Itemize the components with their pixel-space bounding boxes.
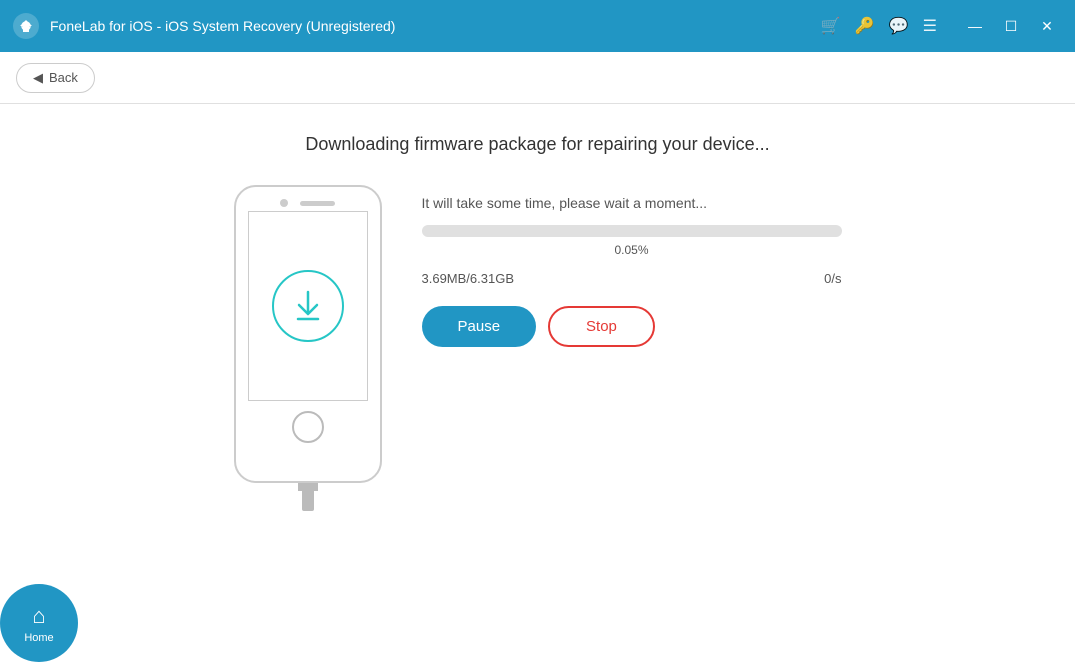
progress-percent-label: 0.05% — [422, 243, 842, 257]
pause-button[interactable]: Pause — [422, 306, 537, 347]
main-content: Downloading firmware package for repairi… — [0, 104, 1075, 662]
window-controls: — ☐ ✕ — [959, 10, 1063, 42]
progress-bar-background — [422, 225, 842, 237]
key-icon[interactable]: 🔑 — [855, 16, 875, 36]
page-title: Downloading firmware package for repairi… — [305, 134, 769, 155]
content-area: It will take some time, please wait a mo… — [163, 185, 913, 511]
cart-icon[interactable]: 🛒 — [821, 16, 841, 36]
phone-screen — [248, 211, 368, 401]
app-title: FoneLab for iOS - iOS System Recovery (U… — [50, 18, 821, 34]
close-button[interactable]: ✕ — [1031, 10, 1063, 42]
home-button[interactable]: ⌂ Home — [0, 584, 78, 662]
stop-button[interactable]: Stop — [548, 306, 655, 347]
download-info: It will take some time, please wait a mo… — [422, 185, 842, 347]
home-icon: ⌂ — [32, 603, 45, 629]
phone-illustration — [234, 185, 382, 511]
file-size-current: 3.69MB/6.31GB — [422, 271, 515, 286]
action-buttons: Pause Stop — [422, 306, 842, 347]
back-arrow-icon: ◀ — [33, 70, 43, 86]
download-speed: 0/s — [824, 271, 841, 286]
phone-body — [234, 185, 382, 483]
app-icon — [12, 12, 40, 40]
download-icon — [272, 270, 344, 342]
title-bar-controls: 🛒 🔑 💬 ☰ — ☐ ✕ — [821, 10, 1063, 42]
title-bar: FoneLab for iOS - iOS System Recovery (U… — [0, 0, 1075, 52]
phone-speaker — [300, 201, 335, 206]
maximize-button[interactable]: ☐ — [995, 10, 1027, 42]
phone-camera — [280, 199, 288, 207]
phone-home-button — [292, 411, 324, 443]
minimize-button[interactable]: — — [959, 10, 991, 42]
phone-top — [280, 187, 335, 207]
menu-icon[interactable]: ☰ — [923, 16, 937, 36]
toolbar: ◀ Back — [0, 52, 1075, 104]
file-info: 3.69MB/6.31GB 0/s — [422, 271, 842, 286]
back-label: Back — [49, 70, 78, 85]
chat-icon[interactable]: 💬 — [889, 16, 909, 36]
back-button[interactable]: ◀ Back — [16, 63, 95, 93]
wait-message: It will take some time, please wait a mo… — [422, 195, 842, 211]
home-label: Home — [24, 632, 53, 644]
progress-container: 0.05% — [422, 225, 842, 257]
bottom-nav: ⌂ Home — [0, 584, 78, 662]
